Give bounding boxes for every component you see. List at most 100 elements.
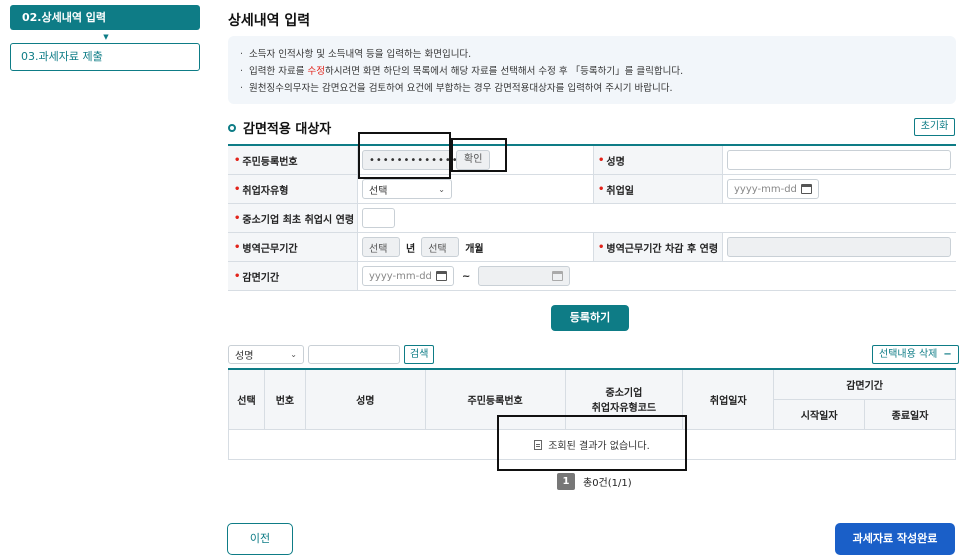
resident-no-label: • 주민등록번호 (228, 146, 358, 174)
search-bar: 성명 ⌄ 검색 (228, 345, 435, 364)
employ-date-input[interactable]: yyyy-mm-dd (727, 179, 819, 199)
reduction-start-placeholder: yyyy-mm-dd (369, 270, 432, 282)
reset-button[interactable]: 초기화 (914, 118, 955, 136)
search-field-value: 성명 (235, 351, 254, 362)
info-highlight: 수정 (307, 66, 325, 77)
col-start-date: 시작일자 (773, 398, 866, 430)
col-employ-date: 취업일자 (682, 368, 775, 430)
reduction-period-label-text: 감면기간 (242, 272, 280, 284)
required-mark: • (234, 212, 241, 224)
form-row: • 감면기간 yyyy-mm-dd ~ (228, 262, 956, 291)
form-row: • 병역근무기간 선택 년 선택 개월 • 병역근무기간 차감 후 연령 (228, 233, 956, 262)
military-year-select[interactable]: 선택 (362, 237, 400, 257)
reduction-period-cell: yyyy-mm-dd ~ (358, 262, 956, 290)
employ-type-label: • 취업자유형 (228, 175, 358, 203)
employ-type-label-text: 취업자유형 (242, 185, 289, 197)
delete-selected-button[interactable]: 선택내용 삭제 − (872, 345, 959, 364)
section-title: 감면적용 대상자 (228, 118, 331, 137)
info-box: 소득자 인적사항 및 소득내역 등을 입력하는 화면입니다. 입력한 자료를 수… (228, 36, 956, 104)
military-month-value: 선택 (428, 243, 447, 255)
name-label-text: 성명 (606, 156, 625, 168)
reduction-period-label: • 감면기간 (228, 262, 358, 290)
required-mark: • (598, 154, 605, 166)
employ-date-placeholder: yyyy-mm-dd (734, 183, 797, 195)
col-sme-line2: 취업자유형코드 (591, 403, 657, 415)
highlight-box (451, 138, 507, 172)
col-end-date: 종료일자 (864, 398, 956, 430)
reduction-target-form: • 주민등록번호 •••••••••••••• 확인 • 성명 • 취업자유형 선택 ⌄… (228, 144, 956, 291)
search-field-select[interactable]: 성명 ⌄ (228, 345, 304, 364)
calendar-icon[interactable] (801, 184, 812, 194)
down-arrow-icon: ▼ (103, 33, 109, 41)
employ-date-cell: yyyy-mm-dd (723, 175, 956, 203)
employ-type-select[interactable]: 선택 ⌄ (362, 179, 452, 199)
info-line-1: 소득자 인적사항 및 소득내역 등을 입력하는 화면입니다. (240, 46, 944, 63)
military-month-select[interactable]: 선택 (421, 237, 460, 257)
employ-type-cell: 선택 ⌄ (358, 175, 593, 203)
resident-no-label-text: 주민등록번호 (242, 156, 298, 168)
age-label-text: 중소기업 최초 취업시 연령 (242, 214, 355, 226)
required-mark: • (598, 183, 605, 195)
reduction-start-input[interactable]: yyyy-mm-dd (362, 266, 454, 286)
minus-icon: − (943, 349, 952, 360)
military-label: • 병역근무기간 (228, 233, 358, 261)
military-label-text: 병역근무기간 (242, 243, 298, 255)
search-input[interactable] (308, 345, 400, 364)
required-mark: • (234, 183, 241, 195)
info-line-2: 입력한 자료를 수정하시려면 화면 하단의 목록에서 해당 자료를 선택해서 수… (240, 63, 944, 80)
age-cell (358, 204, 956, 232)
calendar-icon[interactable] (436, 271, 447, 281)
employ-date-label-text: 취업일 (606, 185, 635, 197)
name-label: • 성명 (593, 146, 723, 174)
section-title-text: 감면적용 대상자 (243, 122, 332, 137)
highlight-box (497, 415, 687, 471)
after-military-age-label-text: 병역근무기간 차감 후 연령 (606, 243, 719, 255)
info-line-2-text-a: 입력한 자료를 (249, 66, 308, 77)
after-military-age-input (727, 237, 951, 257)
military-cell: 선택 년 선택 개월 (358, 233, 593, 261)
required-mark: • (234, 241, 241, 253)
name-cell (723, 146, 956, 174)
info-line-3: 원천징수의무자는 감면요건을 검토하여 요건에 부합하는 경우 감면적용대상자를… (240, 80, 944, 97)
military-year-value: 선택 (369, 243, 388, 255)
col-number: 번호 (263, 368, 306, 430)
after-military-age-label: • 병역근무기간 차감 후 연령 (593, 233, 723, 261)
total-count: 총0건(1/1) (583, 478, 632, 489)
page-title: 상세내역 입력 (228, 13, 311, 29)
col-select: 선택 (228, 368, 265, 430)
col-name: 성명 (304, 368, 426, 430)
form-row: • 주민등록번호 •••••••••••••• 확인 • 성명 (228, 146, 956, 175)
search-button[interactable]: 검색 (404, 345, 435, 364)
form-row: • 중소기업 최초 취업시 연령 (228, 204, 956, 233)
form-row: • 취업자유형 선택 ⌄ • 취업일 yyyy-mm-dd (228, 175, 956, 204)
chevron-down-icon: ⌄ (438, 184, 445, 194)
tilde-separator: ~ (462, 270, 471, 282)
col-reduction-period: 감면기간 (773, 368, 956, 400)
chevron-down-icon: ⌄ (290, 350, 297, 359)
reduction-end-input (478, 266, 571, 286)
name-input[interactable] (727, 150, 951, 170)
required-mark: • (598, 241, 605, 253)
col-sme-line1: 중소기업 (605, 388, 643, 400)
age-label: • 중소기업 최초 취업시 연령 (228, 204, 358, 232)
calendar-icon (552, 271, 564, 281)
sidebar-item-detail-input[interactable]: 02.상세내역 입력 (10, 5, 200, 30)
age-input[interactable] (362, 208, 395, 228)
pagination: 1 총0건(1/1) (557, 473, 632, 490)
complete-button[interactable]: 과세자료 작성완료 (835, 523, 955, 555)
sidebar-item-tax-data-submit[interactable]: 03.과세자료 제출 (10, 43, 200, 71)
required-mark: • (234, 154, 241, 166)
info-line-2-text-b: 하시려면 화면 하단의 목록에서 해당 자료를 선택해서 수정 후 「등록하기」… (325, 66, 684, 77)
year-unit: 년 (406, 243, 416, 255)
month-unit: 개월 (465, 243, 484, 255)
employ-type-value: 선택 (369, 185, 388, 197)
employ-date-label: • 취업일 (593, 175, 723, 203)
highlight-box (358, 132, 451, 179)
delete-selected-label: 선택내용 삭제 (879, 349, 938, 360)
after-military-age-cell (723, 233, 956, 261)
prev-button[interactable]: 이전 (227, 523, 293, 555)
required-mark: • (234, 270, 241, 282)
page-number-button[interactable]: 1 (557, 473, 575, 490)
circle-icon (228, 123, 236, 132)
register-button[interactable]: 등록하기 (551, 305, 629, 331)
